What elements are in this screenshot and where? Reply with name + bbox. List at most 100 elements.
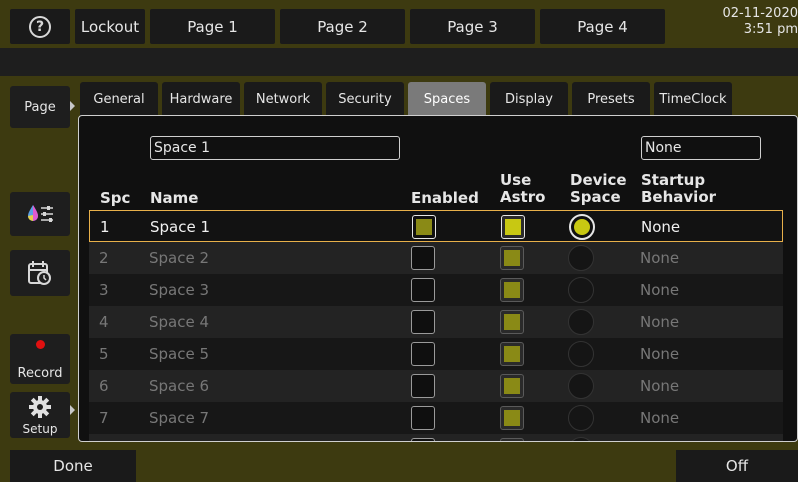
status-strip: [0, 48, 798, 76]
done-button[interactable]: Done: [10, 450, 136, 482]
row-name: Space 4: [149, 313, 210, 331]
row-name: Space 2: [149, 249, 210, 267]
row-spc: 5: [99, 345, 109, 363]
table-row[interactable]: 5 Space 5 None: [89, 338, 783, 370]
enabled-checkbox: [411, 438, 435, 441]
lockout-button[interactable]: Lockout: [75, 9, 145, 44]
help-icon: ?: [29, 15, 51, 38]
use-astro-checkbox[interactable]: [500, 342, 524, 366]
column-header-name: Name: [150, 189, 199, 207]
page-4-button[interactable]: Page 4: [540, 9, 665, 44]
device-space-radio[interactable]: [568, 373, 594, 399]
column-header-use-astro-line2: Astro: [500, 188, 546, 206]
tab-network[interactable]: Network: [244, 82, 322, 116]
enabled-checkbox[interactable]: [412, 215, 436, 239]
use-astro-checkbox[interactable]: [501, 215, 525, 239]
startup-behavior-select[interactable]: None: [641, 136, 761, 160]
table-row-partial: [89, 434, 783, 441]
row-spc: 3: [99, 281, 109, 299]
use-astro-checkbox[interactable]: [500, 278, 524, 302]
table-row[interactable]: 1 Space 1 None: [89, 210, 783, 242]
use-astro-checkbox[interactable]: [500, 310, 524, 334]
page-expand-arrow-icon: [70, 101, 75, 111]
tab-general[interactable]: General: [80, 82, 158, 116]
help-button[interactable]: ?: [10, 9, 70, 44]
column-header-startup-line2: Behavior: [641, 188, 717, 206]
device-space-radio: [568, 437, 594, 441]
top-bar: ? Lockout Page 1 Page 2 Page 3 Page 4 02…: [0, 0, 798, 48]
setup-button[interactable]: Setup: [10, 392, 70, 438]
color-settings-button[interactable]: [10, 192, 70, 236]
row-spc: 2: [99, 249, 109, 267]
row-startup: None: [640, 345, 680, 363]
tab-spaces[interactable]: Spaces: [408, 82, 486, 116]
record-dot-icon: [36, 340, 45, 349]
table-row[interactable]: 2 Space 2 None: [89, 242, 783, 274]
table-row[interactable]: 6 Space 6 None: [89, 370, 783, 402]
enabled-checkbox[interactable]: [411, 342, 435, 366]
row-startup: None: [640, 249, 680, 267]
row-startup: None: [640, 409, 680, 427]
column-header-spc: Spc: [100, 189, 131, 207]
setup-button-label: Setup: [22, 422, 58, 436]
enabled-checkbox[interactable]: [411, 406, 435, 430]
row-name: Space 7: [149, 409, 210, 427]
device-space-radio[interactable]: [568, 309, 594, 335]
device-space-radio[interactable]: [568, 277, 594, 303]
use-astro-checkbox: [500, 438, 524, 441]
page-1-button[interactable]: Page 1: [150, 9, 275, 44]
page-2-button[interactable]: Page 2: [280, 9, 405, 44]
enabled-checkbox[interactable]: [411, 246, 435, 270]
bottom-bar: Done Off: [0, 445, 798, 482]
table-row[interactable]: 7 Space 7 None: [89, 402, 783, 434]
gear-icon: [29, 396, 51, 418]
app-root: ? Lockout Page 1 Page 2 Page 3 Page 4 02…: [0, 0, 798, 482]
row-name: Space 3: [149, 281, 210, 299]
column-header-startup-behavior: Startup Behavior: [641, 172, 716, 206]
column-header-startup-line1: Startup: [641, 171, 706, 189]
table-row[interactable]: 4 Space 4 None: [89, 306, 783, 338]
column-header-use-astro: Use Astro: [500, 172, 545, 206]
tab-hardware[interactable]: Hardware: [162, 82, 240, 116]
column-header-device-space-line2: Space: [570, 188, 621, 206]
tab-presets[interactable]: Presets: [572, 82, 650, 116]
table-row[interactable]: 3 Space 3 None: [89, 274, 783, 306]
timeclock-button[interactable]: [10, 250, 70, 296]
column-header-device-space-line1: Device: [570, 171, 627, 189]
use-astro-checkbox[interactable]: [500, 246, 524, 270]
clock: 02-11-2020 3:51 pm: [668, 6, 798, 38]
spaces-panel: Space 1 None Spc Name Enabled Use Astro …: [78, 115, 798, 442]
device-space-radio[interactable]: [568, 245, 594, 271]
tab-timeclock[interactable]: TimeClock: [654, 82, 732, 116]
setup-expand-arrow-icon: [70, 405, 75, 415]
use-astro-checkbox[interactable]: [500, 406, 524, 430]
row-spc: 4: [99, 313, 109, 331]
row-startup: None: [640, 377, 680, 395]
space-name-field[interactable]: Space 1: [150, 136, 400, 160]
row-startup: None: [640, 313, 680, 331]
row-spc: 7: [99, 409, 109, 427]
column-header-device-space: Device Space: [570, 172, 627, 206]
device-space-radio[interactable]: [568, 405, 594, 431]
device-space-radio[interactable]: [568, 341, 594, 367]
row-name: Space 1: [150, 218, 211, 236]
calendar-clock-icon: [28, 261, 51, 285]
off-button[interactable]: Off: [676, 450, 798, 482]
device-space-radio[interactable]: [569, 214, 595, 240]
column-header-enabled: Enabled: [411, 189, 479, 207]
page-button[interactable]: Page: [10, 86, 70, 128]
record-button[interactable]: Record: [10, 334, 70, 384]
tab-security[interactable]: Security: [326, 82, 404, 116]
use-astro-checkbox[interactable]: [500, 374, 524, 398]
color-sliders-icon: [28, 205, 53, 222]
tab-display[interactable]: Display: [490, 82, 568, 116]
page-3-button[interactable]: Page 3: [410, 9, 535, 44]
clock-time: 3:51 pm: [743, 22, 798, 37]
enabled-checkbox[interactable]: [411, 278, 435, 302]
enabled-checkbox[interactable]: [411, 310, 435, 334]
record-button-label: Record: [17, 366, 63, 381]
clock-date: 02-11-2020: [722, 6, 798, 21]
row-startup: None: [640, 281, 680, 299]
column-header-use-astro-line1: Use: [500, 171, 532, 189]
enabled-checkbox[interactable]: [411, 374, 435, 398]
